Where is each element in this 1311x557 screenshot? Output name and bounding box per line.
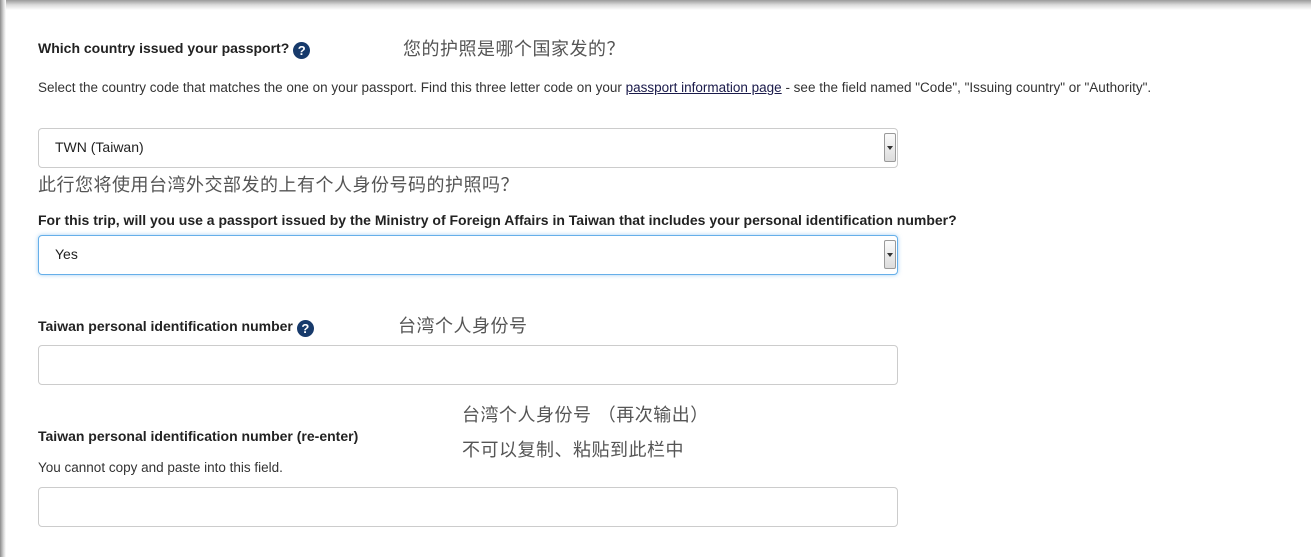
- personal-id-input[interactable]: [38, 345, 898, 385]
- country-question-label: Which country issued your passport??: [38, 40, 311, 59]
- country-question-translation: 您的护照是哪个国家发的？: [403, 39, 625, 60]
- personal-id-reenter-input[interactable]: [38, 487, 898, 527]
- country-help-text: Select the country code that matches the…: [38, 78, 1158, 98]
- trip-passport-select[interactable]: Yes: [38, 235, 898, 275]
- trip-question-label: For this trip, will you use a passport i…: [38, 212, 957, 228]
- personal-id-reenter-label: Taiwan personal identification number (r…: [38, 428, 359, 444]
- chevron-down-icon[interactable]: [884, 240, 896, 269]
- country-help-text-end: - see the field named "Code", "Issuing c…: [781, 80, 1152, 95]
- country-help-text-start: Select the country code that matches the…: [38, 80, 626, 95]
- trip-passport-select-value: Yes: [55, 246, 78, 262]
- passport-form-panel: Which country issued your passport?? 您的护…: [0, 0, 1311, 557]
- question-circle-icon[interactable]: ?: [296, 320, 314, 337]
- personal-id-reenter-help: You cannot copy and paste into this fiel…: [38, 460, 283, 475]
- trip-question-translation: 此行您将使用台湾外交部发的上有个人身份号码的护照吗？: [38, 175, 519, 196]
- personal-id-reenter-translation-2: 不可以复制、粘贴到此栏中: [462, 440, 684, 461]
- country-question-text: Which country issued your passport?: [38, 40, 290, 56]
- passport-information-page-link[interactable]: passport information page: [626, 80, 782, 95]
- personal-id-translation: 台湾个人身份号: [398, 316, 528, 337]
- country-select[interactable]: TWN (Taiwan): [38, 128, 898, 168]
- window-shadow-left: [0, 0, 6, 557]
- personal-id-label: Taiwan personal identification number?: [38, 318, 314, 337]
- personal-id-label-text: Taiwan personal identification number: [38, 318, 293, 334]
- window-shadow-top: [0, 0, 1311, 10]
- chevron-down-icon[interactable]: [884, 133, 896, 162]
- personal-id-reenter-translation-1: 台湾个人身份号 （再次输出）: [462, 405, 709, 426]
- country-select-value: TWN (Taiwan): [55, 139, 144, 155]
- question-circle-icon[interactable]: ?: [293, 42, 311, 59]
